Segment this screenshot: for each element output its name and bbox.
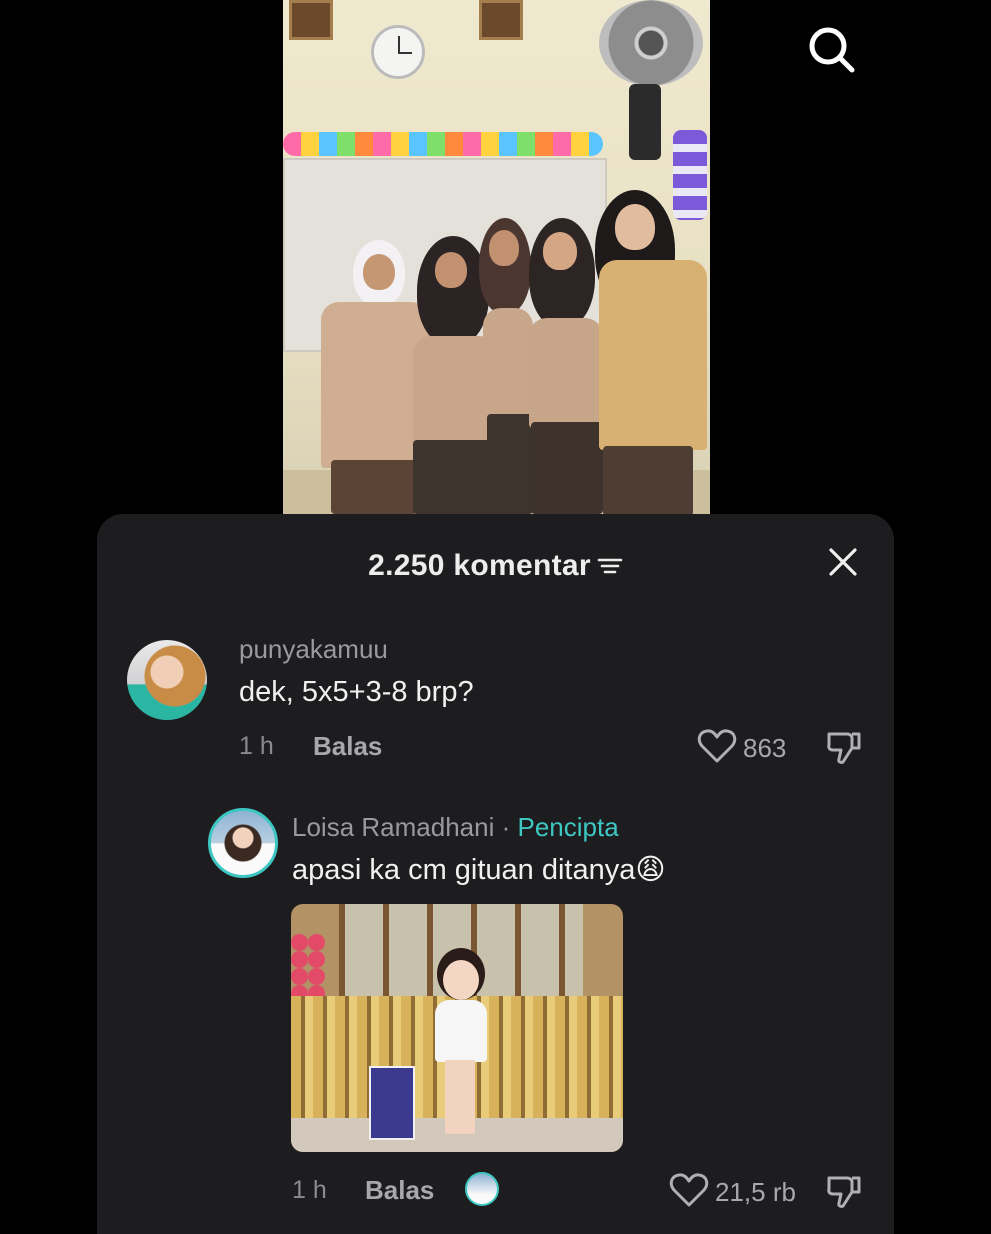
comments-header: 2.250 komentar (97, 544, 894, 588)
comment-username[interactable]: punyakamuu (239, 634, 388, 665)
avatar[interactable] (127, 640, 207, 720)
close-icon (827, 546, 859, 583)
wall-fan (599, 0, 703, 86)
reply-timestamp: 1 h (292, 1176, 327, 1204)
girl-figure (435, 1000, 487, 1062)
thumbs-down-icon (825, 732, 863, 770)
reply-username-line: Loisa Ramadhani · Pencipta (292, 812, 619, 843)
dislike-button[interactable] (825, 728, 863, 771)
reply-button[interactable]: Balas (313, 731, 382, 762)
girl-figure (445, 1060, 475, 1134)
flower-arrangement (291, 934, 325, 1004)
heart-icon (697, 728, 737, 769)
close-button[interactable] (821, 544, 865, 584)
comments-sheet: 2.250 komentar punyakamuu dek, 5x5+3-8 b… (97, 514, 894, 1234)
reply-text: apasi ka cm gituan ditanya😩 (292, 854, 666, 886)
separator-dot: · (501, 812, 511, 842)
girl-figure (443, 960, 479, 1000)
comment-timestamp: 1 h (239, 732, 274, 760)
creator-badge: Pencipta (517, 812, 619, 842)
wall-portrait (289, 0, 333, 40)
reply-attached-photo[interactable] (291, 904, 623, 1152)
video-frame[interactable] (283, 0, 710, 514)
like-button[interactable]: 863 (697, 728, 786, 769)
search-icon (806, 24, 858, 81)
wall-clock (371, 25, 425, 79)
award-banner (369, 1066, 415, 1140)
reply-button[interactable]: Balas (365, 1175, 434, 1206)
like-count: 863 (743, 733, 787, 763)
filter-icon[interactable] (597, 555, 623, 577)
creator-avatar[interactable] (208, 808, 278, 878)
reply-username[interactable]: Loisa Ramadhani (292, 812, 494, 842)
fan-mount (629, 84, 661, 160)
comment-count: 2.250 komentar (368, 549, 591, 582)
wall-decoration (673, 130, 707, 220)
search-button[interactable] (804, 24, 860, 80)
wall-portrait (479, 0, 523, 40)
comment-text: dek, 5x5+3-8 brp? (239, 676, 474, 708)
like-count: 21,5 rb (715, 1177, 796, 1207)
dislike-button[interactable] (825, 1172, 863, 1215)
flower-bunting (283, 132, 603, 156)
heart-icon (669, 1172, 709, 1213)
like-button[interactable]: 21,5 rb (669, 1172, 796, 1213)
liked-by-creator-avatar (465, 1172, 499, 1206)
